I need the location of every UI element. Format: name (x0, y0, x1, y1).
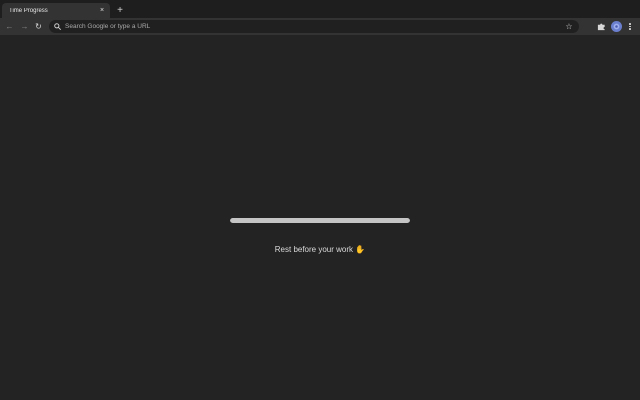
time-progress-bar (230, 218, 410, 223)
close-tab-icon[interactable]: × (97, 6, 107, 16)
time-progress-fill (230, 218, 410, 223)
raised-hand-icon: ✋ (355, 245, 366, 254)
bookmark-star-icon[interactable]: ☆ (564, 22, 574, 32)
tab-strip: Time Progress × + (0, 0, 640, 18)
browser-window: Time Progress × + ← → ↻ ☆ (0, 0, 640, 400)
kebab-menu-icon[interactable] (627, 21, 633, 32)
forward-button[interactable]: → (19, 21, 30, 32)
new-tab-page: Rest before your work ✋ (0, 35, 640, 400)
address-bar[interactable]: ☆ (49, 20, 579, 33)
profile-avatar[interactable] (611, 21, 622, 32)
tab-time-progress[interactable]: Time Progress × (2, 3, 110, 18)
tab-title: Time Progress (9, 7, 48, 14)
status-message-text: Rest before your work (274, 245, 354, 254)
search-icon (53, 23, 61, 31)
toolbar: ← → ↻ ☆ (0, 18, 640, 35)
back-button[interactable]: ← (4, 21, 15, 32)
new-tab-button[interactable]: + (114, 5, 126, 17)
status-message: Rest before your work ✋ (0, 245, 640, 254)
puzzle-icon[interactable] (596, 21, 607, 32)
address-input[interactable] (61, 21, 564, 32)
reload-button[interactable]: ↻ (33, 21, 44, 32)
